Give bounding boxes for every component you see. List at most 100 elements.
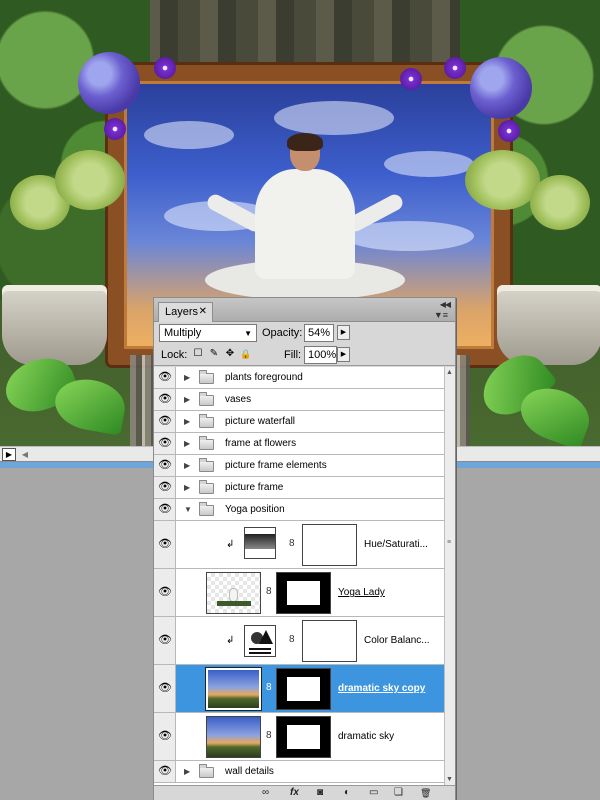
opacity-slider-toggle[interactable]: ▶	[337, 325, 350, 340]
layer-mask-thumbnail[interactable]	[276, 572, 331, 614]
eye-icon[interactable]: 👁	[158, 438, 172, 449]
layer-row-vases[interactable]: 👁 ▶ vases	[154, 389, 444, 411]
layer-row-picture-frame[interactable]: 👁 ▶ picture frame	[154, 477, 444, 499]
expand-triangle-icon[interactable]: ▶	[184, 395, 190, 404]
layer-mask-thumbnail[interactable]	[302, 524, 357, 566]
link-icon[interactable]: 8	[266, 682, 272, 693]
eye-icon[interactable]: 👁	[158, 504, 172, 515]
folder-icon	[199, 392, 214, 406]
blend-mode-value: Multiply	[164, 327, 202, 339]
link-icon[interactable]: 8	[266, 730, 272, 741]
hue-saturation-adjustment-icon	[244, 527, 276, 559]
visibility-cell[interactable]: 👁	[154, 499, 176, 520]
layer-row-yoga-position[interactable]: 👁 ▼ Yoga position	[154, 499, 444, 521]
layer-mask-thumbnail[interactable]	[276, 668, 331, 710]
expand-triangle-icon[interactable]: ▶	[184, 417, 190, 426]
expand-triangle-icon[interactable]: ▶	[184, 373, 190, 382]
layer-list[interactable]: 👁 ▶ plants foreground 👁 ▶ vases 👁 ▶ pict…	[154, 367, 444, 785]
expand-triangle-icon[interactable]: ▶	[184, 439, 190, 448]
lock-all-icon[interactable]: 🔒	[240, 348, 252, 360]
layers-panel[interactable]: Layers ✕ ◀◀ ▼≡ Multiply ▼ Opacity: 54% ▶…	[153, 297, 456, 800]
layer-row-dramatic-sky[interactable]: 👁 8 dramatic sky	[154, 713, 444, 761]
visibility-cell[interactable]: 👁	[154, 617, 176, 664]
visibility-cell[interactable]: 👁	[154, 569, 176, 616]
expand-triangle-icon[interactable]: ▶	[184, 483, 190, 492]
morning-glory	[400, 68, 422, 90]
visibility-cell[interactable]: 👁	[154, 761, 176, 782]
visibility-cell[interactable]: 👁	[154, 455, 176, 476]
collapse-panel-icon[interactable]: ◀◀	[440, 300, 451, 309]
link-icon[interactable]: 8	[289, 634, 295, 645]
add-mask-icon[interactable]: ◙	[317, 787, 323, 799]
lock-position-icon[interactable]: ✥	[224, 348, 236, 360]
hydrangea-white	[465, 150, 540, 210]
scroll-down-icon[interactable]: ▼	[446, 776, 453, 783]
layer-row-picture-frame-elements[interactable]: 👁 ▶ picture frame elements	[154, 455, 444, 477]
eye-icon[interactable]: 👁	[158, 460, 172, 471]
visibility-cell[interactable]: 👁	[154, 477, 176, 498]
link-icon[interactable]: 8	[266, 586, 272, 597]
eye-icon[interactable]: 👁	[158, 683, 172, 694]
opacity-input[interactable]: 54%	[304, 324, 334, 342]
visibility-cell[interactable]: 👁	[154, 665, 176, 712]
layer-row-hue-saturation[interactable]: 👁 ↲ 8 Hue/Saturati...	[154, 521, 444, 569]
scroll-grip-icon[interactable]: ≡	[447, 539, 453, 546]
layer-name: picture waterfall	[225, 416, 296, 427]
visibility-cell[interactable]: 👁	[154, 389, 176, 410]
expand-triangle-icon[interactable]: ▶	[184, 767, 190, 776]
new-layer-icon[interactable]: ❏	[394, 787, 403, 799]
visibility-cell[interactable]: 👁	[154, 367, 176, 388]
layer-row-frame-at-flowers[interactable]: 👁 ▶ frame at flowers	[154, 433, 444, 455]
scroll-left-icon[interactable]: ◀	[20, 449, 30, 460]
scroll-up-icon[interactable]: ▲	[446, 369, 453, 376]
layer-list-scrollbar[interactable]: ▲ ≡ ▼	[444, 367, 455, 785]
blend-row: Multiply ▼ Opacity: 54% ▶	[154, 322, 455, 344]
collapse-triangle-icon[interactable]: ▼	[184, 505, 192, 514]
close-icon[interactable]: ✕	[199, 306, 207, 317]
eye-icon[interactable]: 👁	[158, 372, 172, 383]
lock-transparency-icon[interactable]: ☐	[192, 348, 204, 360]
layer-thumbnail	[205, 667, 262, 711]
adjustment-layer-icon[interactable]: ◐	[344, 787, 350, 799]
visibility-cell[interactable]: 👁	[154, 433, 176, 454]
eye-icon[interactable]: 👁	[158, 482, 172, 493]
eye-icon[interactable]: 👁	[158, 731, 172, 742]
layer-row-yoga-lady[interactable]: 👁 8 Yoga Lady	[154, 569, 444, 617]
fill-slider-toggle[interactable]: ▶	[337, 347, 350, 362]
expand-triangle-icon[interactable]: ▶	[184, 461, 190, 470]
tab-layers[interactable]: Layers ✕	[158, 302, 213, 322]
tab-layers-label: Layers	[165, 306, 199, 318]
lock-pixels-icon[interactable]: ✎	[208, 348, 220, 360]
layer-mask-thumbnail[interactable]	[302, 620, 357, 662]
eye-icon[interactable]: 👁	[158, 539, 172, 550]
layer-row-plants-foreground[interactable]: 👁 ▶ plants foreground	[154, 367, 444, 389]
folder-icon	[199, 370, 214, 384]
layer-row-dramatic-sky-copy[interactable]: 👁 8 dramatic sky copy	[154, 665, 444, 713]
layer-name: picture frame	[225, 482, 284, 493]
layer-row-wall-details[interactable]: 👁 ▶ wall details	[154, 761, 444, 783]
visibility-cell[interactable]: 👁	[154, 411, 176, 432]
eye-icon[interactable]: 👁	[158, 587, 172, 598]
fill-input[interactable]: 100%	[304, 346, 337, 364]
color-balance-adjustment-icon	[244, 625, 276, 657]
eye-icon[interactable]: 👁	[158, 635, 172, 646]
new-group-icon[interactable]: ▭	[369, 787, 378, 799]
eye-icon[interactable]: 👁	[158, 766, 172, 777]
layer-name: Yoga position	[225, 504, 285, 515]
eye-icon[interactable]: 👁	[158, 394, 172, 405]
play-icon[interactable]: ▶	[2, 448, 16, 461]
blend-mode-select[interactable]: Multiply ▼	[159, 324, 257, 342]
link-layers-icon[interactable]: ∞	[262, 787, 269, 799]
woman-body	[255, 169, 355, 279]
panel-menu-icon[interactable]: ▼≡	[434, 310, 448, 320]
layer-style-fx-icon[interactable]: fx	[290, 787, 299, 799]
layer-row-picture-waterfall[interactable]: 👁 ▶ picture waterfall	[154, 411, 444, 433]
layer-mask-thumbnail[interactable]	[276, 716, 331, 758]
layer-name: Yoga Lady	[338, 587, 385, 598]
link-icon[interactable]: 8	[289, 538, 295, 549]
visibility-cell[interactable]: 👁	[154, 521, 176, 568]
eye-icon[interactable]: 👁	[158, 416, 172, 427]
trash-icon[interactable]: 🗑	[420, 787, 431, 799]
layer-row-color-balance[interactable]: 👁 ↲ 8 Color Balanc...	[154, 617, 444, 665]
visibility-cell[interactable]: 👁	[154, 713, 176, 760]
